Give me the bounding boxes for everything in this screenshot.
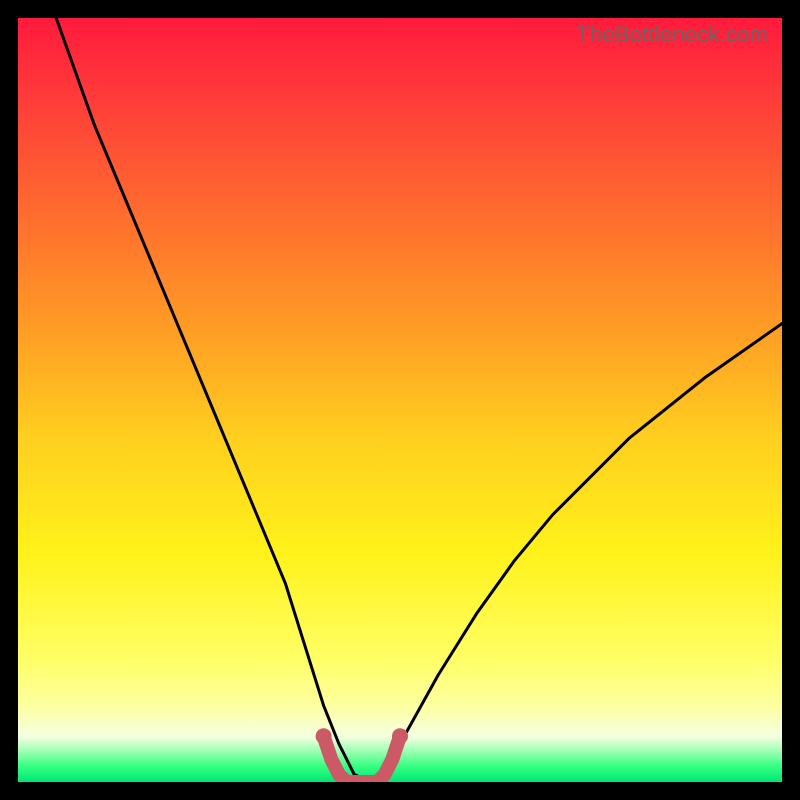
chart-svg bbox=[18, 18, 782, 782]
plot-area: TheBottleneck.com bbox=[18, 18, 782, 782]
bottleneck-curve-path bbox=[56, 18, 782, 782]
marker-dot bbox=[392, 728, 408, 744]
bottom-marker-path bbox=[324, 736, 400, 782]
chart-frame: TheBottleneck.com bbox=[0, 0, 800, 800]
marker-dot bbox=[316, 728, 332, 744]
